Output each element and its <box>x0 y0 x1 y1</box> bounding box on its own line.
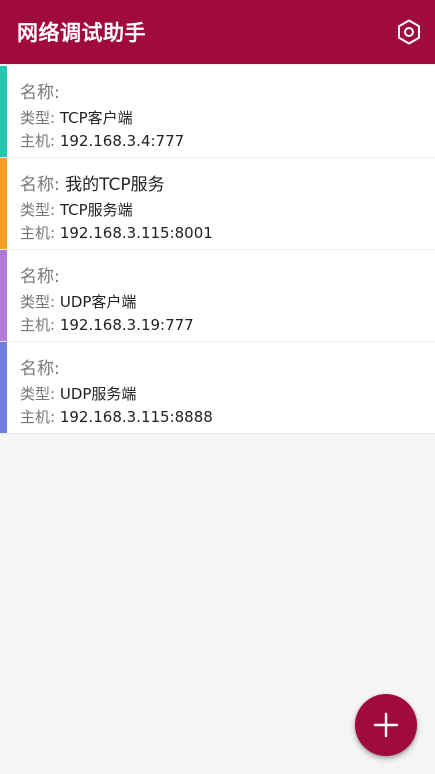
connection-host-row: 主机: 192.168.3.19:777 <box>20 314 194 335</box>
connection-item[interactable]: 名称: 我的TCP服务 类型: TCP服务端 主机: 192.168.3.115… <box>0 158 435 250</box>
connection-type: UDP客户端 <box>59 293 137 311</box>
connection-name: 我的TCP服务 <box>65 175 165 195</box>
plus-icon <box>373 712 399 738</box>
app-bar: 网络调试助手 <box>0 0 435 64</box>
connection-item[interactable]: 名称: 类型: TCP客户端 主机: 192.168.3.4:777 <box>0 66 435 158</box>
connection-color-stripe <box>0 158 7 249</box>
connection-type-row: 类型: UDP客户端 <box>20 291 136 312</box>
connection-type-row: 类型: TCP服务端 <box>20 199 133 220</box>
connection-type: UDP服务端 <box>59 385 137 403</box>
host-label: 主机: <box>20 316 56 334</box>
app-title: 网络调试助手 <box>17 21 146 45</box>
name-label: 名称: <box>20 83 60 103</box>
connection-host-row: 主机: 192.168.3.115:8888 <box>20 406 213 427</box>
connection-host: 192.168.3.115:8001 <box>59 224 213 242</box>
name-label: 名称: <box>20 359 60 379</box>
host-label: 主机: <box>20 224 56 242</box>
type-label: 类型: <box>20 293 56 311</box>
connection-host: 192.168.3.115:8888 <box>59 408 213 426</box>
host-label: 主机: <box>20 132 56 150</box>
connection-color-stripe <box>0 66 7 157</box>
connection-type-row: 类型: UDP服务端 <box>20 383 136 404</box>
settings-icon <box>398 19 420 45</box>
connection-name-row: 名称: <box>20 354 60 379</box>
name-label: 名称: <box>20 175 60 195</box>
connection-list: 名称: 类型: TCP客户端 主机: 192.168.3.4:777 名称: 我… <box>0 66 435 434</box>
connection-name-row: 名称: <box>20 262 60 287</box>
connection-type: TCP服务端 <box>59 201 133 219</box>
connection-item[interactable]: 名称: 类型: UDP服务端 主机: 192.168.3.115:8888 <box>0 342 435 434</box>
host-label: 主机: <box>20 408 56 426</box>
name-label: 名称: <box>20 267 60 287</box>
type-label: 类型: <box>20 385 56 403</box>
connection-name-row: 名称: <box>20 78 60 103</box>
connection-item[interactable]: 名称: 类型: UDP客户端 主机: 192.168.3.19:777 <box>0 250 435 342</box>
connection-color-stripe <box>0 342 7 433</box>
type-label: 类型: <box>20 201 56 219</box>
settings-button[interactable] <box>393 16 425 48</box>
connection-host: 192.168.3.4:777 <box>59 132 185 150</box>
type-label: 类型: <box>20 109 56 127</box>
connection-host: 192.168.3.19:777 <box>59 316 194 334</box>
connection-host-row: 主机: 192.168.3.115:8001 <box>20 222 213 243</box>
add-connection-button[interactable] <box>355 694 417 756</box>
connection-type: TCP客户端 <box>59 109 133 127</box>
connection-name-row: 名称: 我的TCP服务 <box>20 170 165 195</box>
connection-host-row: 主机: 192.168.3.4:777 <box>20 130 184 151</box>
connection-type-row: 类型: TCP客户端 <box>20 107 133 128</box>
connection-color-stripe <box>0 250 7 341</box>
